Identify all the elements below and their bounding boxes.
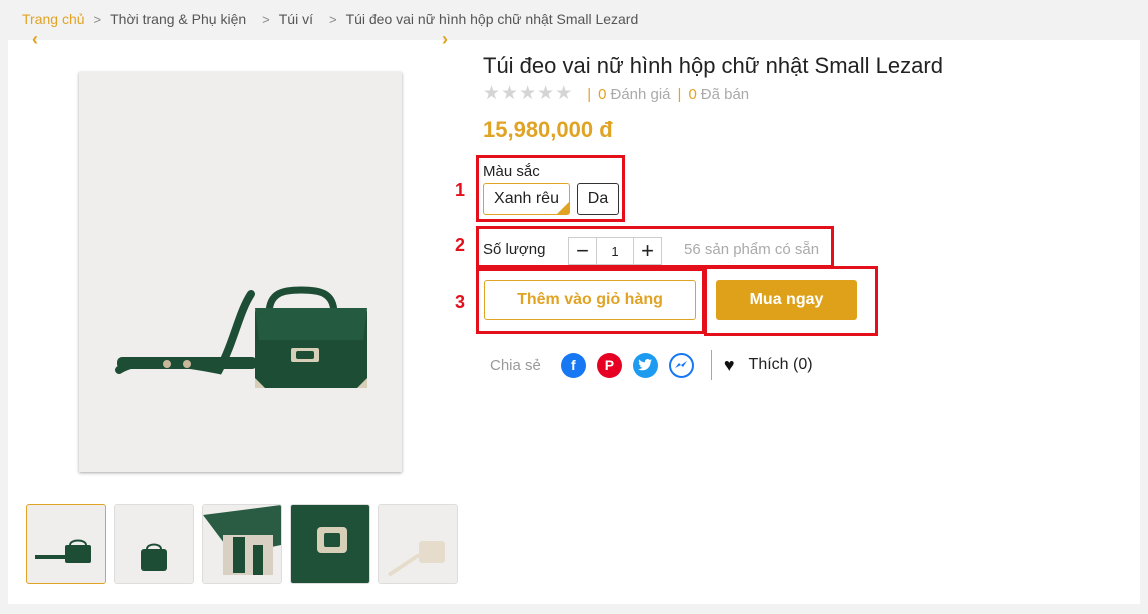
star-icon: ★ bbox=[537, 83, 555, 104]
bag-thumbnail-image bbox=[387, 541, 445, 577]
heart-icon[interactable]: ♥ bbox=[724, 355, 735, 376]
thumbnail-3[interactable] bbox=[202, 504, 282, 584]
breadcrumb-category-link[interactable]: Thời trang & Phụ kiện bbox=[110, 11, 246, 27]
divider bbox=[710, 350, 712, 380]
thumbnail-5[interactable] bbox=[378, 504, 458, 584]
annotation-box-3b bbox=[704, 266, 878, 336]
breadcrumb-current: Túi đeo vai nữ hình hộp chữ nhật Small L… bbox=[345, 11, 639, 27]
messenger-bolt-shape bbox=[675, 361, 688, 368]
reviews-label[interactable]: Đánh giá bbox=[610, 86, 670, 103]
thumbnail-2[interactable] bbox=[114, 504, 194, 584]
rating-stars[interactable]: ★ ★ ★ ★ ★ bbox=[483, 83, 573, 104]
star-icon: ★ bbox=[483, 83, 501, 104]
messenger-icon[interactable] bbox=[668, 352, 694, 378]
twitter-bird-shape bbox=[638, 359, 653, 371]
chevron-right-icon[interactable]: › bbox=[436, 29, 454, 49]
bag-thumbnail-image bbox=[203, 505, 281, 575]
breadcrumb-separator: > bbox=[93, 11, 102, 27]
thumbnail-1[interactable] bbox=[26, 504, 106, 584]
sold-label: Đã bán bbox=[700, 85, 750, 103]
rating-row: ★ ★ ★ ★ ★ | 0 Đánh giá | 0 Đã bán bbox=[483, 83, 750, 104]
breadcrumb-separator: > bbox=[262, 11, 270, 27]
breadcrumb: Trang chủ > Thời trang & Phụ kiện > Túi … bbox=[22, 11, 638, 27]
bag-illustration bbox=[115, 286, 367, 388]
star-icon: ★ bbox=[519, 83, 537, 104]
star-icon: ★ bbox=[555, 83, 573, 104]
bag-thumbnail-image bbox=[141, 543, 167, 571]
annotation-box-1 bbox=[476, 155, 625, 222]
breadcrumb-subcategory-link[interactable]: Túi ví bbox=[279, 11, 313, 27]
share-label: Chia sẻ bbox=[490, 356, 541, 374]
reviews-count: 0 bbox=[598, 85, 607, 103]
facebook-icon[interactable]: f bbox=[560, 352, 586, 378]
thumbnail-4[interactable] bbox=[290, 504, 370, 584]
divider: | bbox=[677, 85, 682, 103]
divider: | bbox=[587, 85, 592, 103]
pinterest-icon[interactable]: P bbox=[596, 352, 622, 378]
breadcrumb-separator: > bbox=[328, 11, 337, 27]
main-product-image[interactable] bbox=[79, 72, 402, 472]
annotation-box-2 bbox=[476, 226, 834, 268]
bag-thumbnail-image bbox=[35, 539, 91, 563]
annotation-number-1: 1 bbox=[455, 180, 466, 200]
product-title: Túi đeo vai nữ hình hộp chữ nhật Small L… bbox=[483, 53, 943, 78]
twitter-icon[interactable] bbox=[632, 352, 658, 378]
annotation-number-3: 3 bbox=[455, 292, 466, 312]
thumbnail-gallery bbox=[26, 504, 458, 584]
annotation-number-2: 2 bbox=[455, 235, 466, 255]
star-icon: ★ bbox=[501, 83, 519, 104]
bag-thumbnail-image bbox=[291, 505, 369, 583]
share-row: Chia sẻ f P ♥ Thích (0) bbox=[490, 350, 813, 380]
breadcrumb-home-link[interactable]: Trang chủ bbox=[22, 11, 85, 27]
sold-count: 0 bbox=[688, 85, 697, 103]
like-count[interactable]: Thích (0) bbox=[749, 356, 813, 374]
chevron-left-icon[interactable]: ‹ bbox=[26, 29, 44, 49]
annotation-box-3a bbox=[476, 268, 705, 334]
product-price: 15,980,000 đ bbox=[483, 117, 613, 142]
